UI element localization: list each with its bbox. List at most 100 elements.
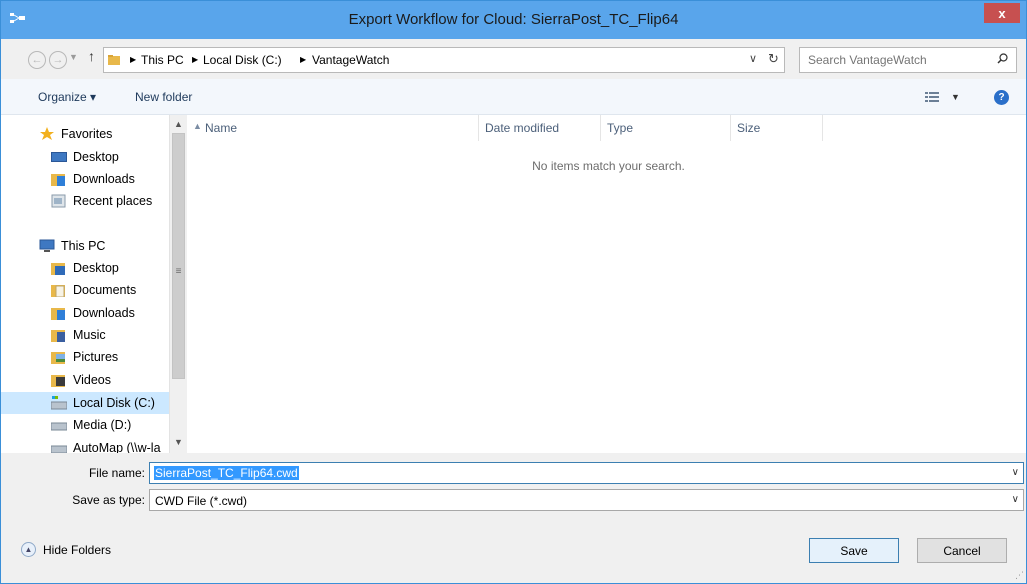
- sort-ascending-icon: ▲: [193, 121, 202, 131]
- column-header-date-modified[interactable]: Date modified: [479, 115, 601, 141]
- up-button[interactable]: ↑: [88, 48, 95, 64]
- column-label: Size: [737, 121, 761, 135]
- window-title: Export Workflow for Cloud: SierraPost_TC…: [348, 11, 679, 28]
- scroll-grip-icon: ≡: [175, 266, 182, 277]
- view-options-dropdown[interactable]: ▼: [951, 92, 960, 102]
- sidebar-item-label: Favorites: [61, 127, 113, 141]
- sidebar-item-videos[interactable]: Videos: [1, 369, 169, 391]
- up-arrow-icon: ↑: [88, 48, 95, 64]
- desktop-icon: [51, 152, 67, 162]
- sidebar-item-label: Desktop: [73, 150, 119, 164]
- sidebar-item-label: This PC: [61, 239, 106, 253]
- sidebar-item-local-disk[interactable]: Local Disk (C:): [1, 392, 169, 414]
- sidebar-item-pc-downloads[interactable]: Downloads: [1, 302, 169, 324]
- breadcrumb-arrow-icon: ▶: [192, 55, 199, 64]
- change-view-icon[interactable]: [925, 91, 939, 103]
- file-name-field[interactable]: SierraPost_TC_Flip64.cwd ∨: [149, 462, 1024, 484]
- sidebar-item-label: AutoMap (\\w-la: [73, 441, 161, 453]
- title-bar[interactable]: Export Workflow for Cloud: SierraPost_TC…: [1, 1, 1026, 39]
- sidebar-item-documents[interactable]: Documents: [1, 279, 169, 301]
- column-header-size[interactable]: Size: [731, 115, 823, 141]
- resize-grip-icon[interactable]: ⋰: [1015, 570, 1024, 581]
- column-label: Name: [205, 121, 238, 135]
- scroll-down-icon[interactable]: ▼: [170, 433, 187, 450]
- hide-folders-label: Hide Folders: [43, 543, 112, 557]
- drive-icon: [51, 422, 67, 431]
- cancel-button[interactable]: Cancel: [917, 538, 1007, 563]
- sidebar-item-label: Recent places: [73, 194, 153, 208]
- chevron-down-icon[interactable]: ∨: [1012, 467, 1019, 478]
- sidebar-item-favorites[interactable]: Favorites: [1, 123, 169, 145]
- sidebar-item-label: Pictures: [73, 350, 119, 364]
- sidebar-item-recent-places[interactable]: Recent places: [1, 190, 169, 212]
- sidebar-item-desktop[interactable]: Desktop: [1, 146, 169, 168]
- column-label: Date modified: [485, 121, 560, 135]
- navigation-scrollbar[interactable]: ▲ ≡ ▼: [169, 115, 187, 453]
- file-list[interactable]: Name ▲ Date modified Type Size No items …: [187, 115, 1026, 453]
- sidebar-item-label: Documents: [73, 283, 137, 297]
- breadcrumb-vantagewatch[interactable]: VantageWatch: [312, 53, 389, 67]
- save-button[interactable]: Save: [809, 538, 899, 563]
- address-history-chevron-icon[interactable]: ∨: [749, 52, 757, 65]
- recent-places-icon: [51, 194, 66, 208]
- computer-icon: [39, 239, 55, 252]
- file-name-value[interactable]: SierraPost_TC_Flip64.cwd: [154, 466, 299, 480]
- scroll-thumb[interactable]: ≡: [172, 133, 185, 379]
- music-icon: [51, 330, 65, 342]
- refresh-icon[interactable]: ↻: [768, 51, 779, 67]
- address-bar[interactable]: ▶ This PC ▶ Local Disk (C:) ▶ VantageWat…: [103, 47, 785, 73]
- sidebar-item-pictures[interactable]: Pictures: [1, 346, 169, 368]
- save-as-type-value: CWD File (*.cwd): [155, 494, 247, 508]
- navigation-pane: Favorites Desktop Downloads Recent place…: [1, 115, 187, 453]
- sidebar-item-music[interactable]: Music: [1, 324, 169, 346]
- sidebar-item-label: Media (D:): [73, 418, 132, 432]
- videos-icon: [51, 375, 65, 387]
- scroll-up-icon[interactable]: ▲: [170, 115, 187, 132]
- breadcrumb-arrow-icon: ▶: [130, 55, 137, 64]
- chevron-up-icon: ▲: [21, 542, 36, 557]
- sidebar-item-label: Downloads: [73, 306, 135, 320]
- sidebar-item-this-pc[interactable]: This PC: [1, 235, 169, 257]
- search-icon[interactable]: [997, 53, 1008, 64]
- search-box[interactable]: [799, 47, 1017, 73]
- column-label: Type: [607, 121, 634, 135]
- sidebar-item-label: Desktop: [73, 261, 119, 275]
- recent-locations-dropdown[interactable]: ▼: [69, 52, 78, 62]
- star-icon: [40, 127, 54, 140]
- breadcrumb-arrow-icon: ▶: [300, 55, 307, 64]
- column-header-type[interactable]: Type: [601, 115, 731, 141]
- save-as-type-select[interactable]: CWD File (*.cwd) ∨: [149, 489, 1024, 511]
- breadcrumb-this-pc[interactable]: This PC: [141, 53, 184, 67]
- sidebar-item-label: Music: [73, 328, 106, 342]
- empty-message: No items match your search.: [532, 159, 685, 173]
- forward-button[interactable]: →: [49, 51, 67, 69]
- sidebar-item-label: Videos: [73, 373, 111, 387]
- sidebar-item-pc-desktop[interactable]: Desktop: [1, 257, 169, 279]
- documents-icon: [51, 285, 65, 297]
- organize-button[interactable]: Organize ▾: [38, 90, 96, 104]
- save-as-type-label: Save as type:: [72, 493, 145, 507]
- downloads-icon: [51, 174, 65, 186]
- back-button[interactable]: ←: [28, 51, 46, 69]
- close-button[interactable]: x: [984, 3, 1020, 23]
- help-icon[interactable]: ?: [994, 90, 1009, 105]
- file-name-label: File name:: [88, 466, 145, 480]
- address-row: ← → ▼ ↑ ▶ This PC ▶ Local Disk (C:) ▶ Va…: [1, 39, 1026, 79]
- column-header-name[interactable]: Name ▲: [187, 115, 479, 141]
- chevron-down-icon[interactable]: ∨: [1012, 494, 1019, 505]
- sidebar-item-downloads[interactable]: Downloads: [1, 168, 169, 190]
- sidebar-item-label: Local Disk (C:): [73, 396, 155, 410]
- pictures-icon: [51, 352, 65, 364]
- desktop-icon: [51, 263, 65, 275]
- new-folder-button[interactable]: New folder: [135, 90, 192, 104]
- sidebar-item-automap[interactable]: AutoMap (\\w-la: [1, 437, 169, 453]
- export-dialog: Export Workflow for Cloud: SierraPost_TC…: [0, 0, 1027, 584]
- breadcrumb-local-disk[interactable]: Local Disk (C:): [203, 53, 282, 67]
- back-arrow-icon: ←: [31, 54, 43, 66]
- drive-icon: [51, 396, 67, 410]
- sidebar-item-media[interactable]: Media (D:): [1, 414, 169, 436]
- network-drive-icon: [51, 445, 67, 453]
- save-options-panel: File name: SierraPost_TC_Flip64.cwd ∨ Sa…: [1, 453, 1026, 583]
- folder-icon: [108, 55, 120, 65]
- search-input[interactable]: [800, 48, 990, 72]
